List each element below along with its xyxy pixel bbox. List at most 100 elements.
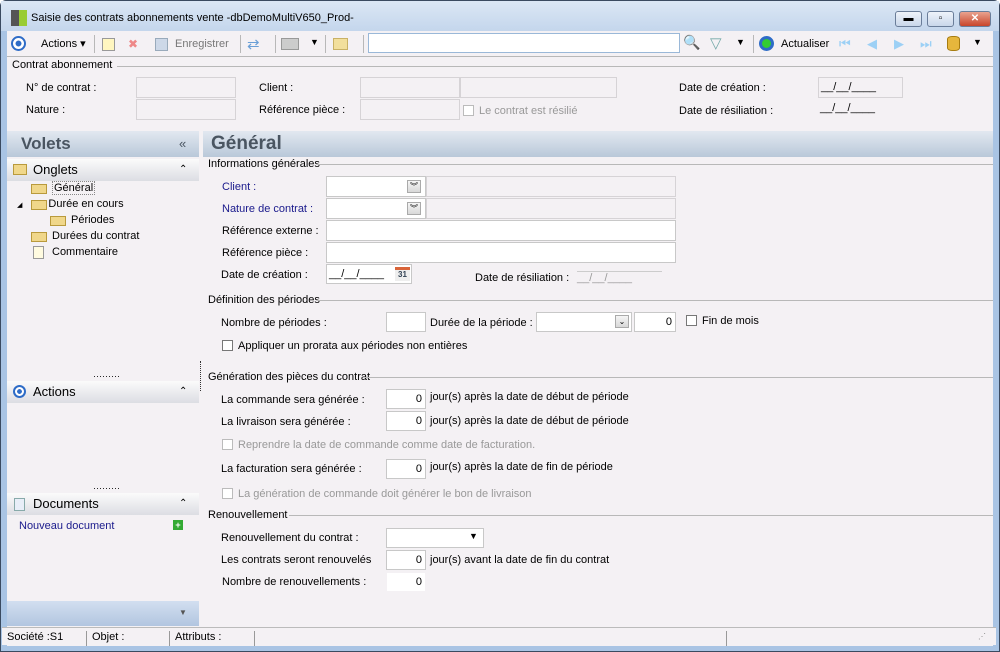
next-record-icon[interactable]: ▶ bbox=[894, 36, 904, 52]
search-icon[interactable]: 🔍 bbox=[683, 34, 700, 51]
last-record-icon[interactable]: ⏭ bbox=[920, 36, 932, 52]
collapse-icon[interactable]: ⌃ bbox=[179, 159, 187, 181]
date-resiliation-field[interactable]: __/__/____ bbox=[577, 271, 662, 284]
delivery-days-field[interactable]: 0 bbox=[386, 411, 426, 431]
contract-no-label: N° de contrat : bbox=[26, 82, 97, 94]
add-icon[interactable]: + bbox=[173, 520, 183, 530]
print-icon[interactable] bbox=[281, 38, 299, 50]
onglets-header[interactable]: Onglets ⌃ bbox=[7, 159, 199, 181]
period-count-field[interactable] bbox=[386, 312, 426, 332]
status-extra bbox=[726, 631, 727, 646]
save-icon[interactable] bbox=[155, 38, 168, 51]
gen-delivery-label: La génération de commande doit générer l… bbox=[238, 488, 532, 500]
splitter-handle[interactable]: ········· bbox=[93, 483, 120, 493]
filter-icon[interactable]: ▽ bbox=[710, 34, 722, 52]
refresh-button[interactable]: Actualiser bbox=[781, 34, 829, 54]
tree-item-duree-en-cours[interactable]: ◢ Durée en cours bbox=[17, 198, 124, 210]
period-duration-label: Durée de la période : bbox=[430, 317, 533, 329]
collapse-icon[interactable]: ⌃ bbox=[179, 381, 187, 403]
end-of-month-checkbox[interactable] bbox=[686, 315, 697, 326]
actions-panel-header[interactable]: Actions ⌃ bbox=[7, 381, 199, 403]
status-company: Société :S1 bbox=[7, 631, 87, 646]
folder-open-icon bbox=[31, 184, 47, 194]
chevron-down-icon[interactable]: ⌄ bbox=[615, 315, 629, 328]
nature-label: Nature : bbox=[26, 104, 66, 116]
reuse-date-checkbox[interactable] bbox=[222, 439, 233, 450]
database-dropdown-icon[interactable]: ▼ bbox=[973, 37, 982, 47]
gen-delivery-checkbox[interactable] bbox=[222, 488, 233, 499]
group-line bbox=[317, 164, 993, 165]
save-button[interactable]: Enregistrer bbox=[175, 34, 229, 54]
chevron-down-icon[interactable]: ▼ bbox=[469, 531, 478, 541]
group-line bbox=[317, 300, 993, 301]
client-code-field[interactable] bbox=[360, 77, 460, 98]
splitter[interactable] bbox=[200, 361, 201, 391]
tree-item-commentaire[interactable]: Commentaire bbox=[31, 246, 119, 259]
resize-grip-icon[interactable]: ⋰ bbox=[978, 632, 986, 641]
prorata-checkbox[interactable] bbox=[222, 340, 233, 351]
renewed-label: Les contrats seront renouvelés bbox=[221, 554, 372, 566]
title-bar: Saisie des contrats abonnements vente -d… bbox=[1, 1, 999, 31]
actions-label: Actions bbox=[41, 38, 78, 50]
previous-record-icon[interactable]: ◀ bbox=[867, 36, 877, 52]
folder-icon bbox=[50, 216, 66, 226]
collapse-icon[interactable]: ⌃ bbox=[179, 493, 187, 515]
renewal-select[interactable]: ▼ bbox=[386, 528, 484, 548]
new-document-link[interactable]: Nouveau document bbox=[19, 520, 114, 532]
refresh-icon[interactable] bbox=[759, 36, 774, 51]
client-name-field[interactable] bbox=[460, 77, 617, 98]
delete-icon[interactable]: ✖ bbox=[128, 37, 138, 51]
client-combo[interactable]: ︾ bbox=[326, 176, 426, 197]
renewal-count-field[interactable]: 0 bbox=[386, 572, 426, 592]
date-resiliation-field[interactable]: __/__/____ bbox=[818, 99, 903, 120]
tree-item-general[interactable]: Général bbox=[31, 181, 96, 195]
sync-icon[interactable]: ⇄ bbox=[247, 35, 260, 53]
chevron-down-icon[interactable]: ︾ bbox=[407, 180, 421, 193]
renewed-days-field[interactable]: 0 bbox=[386, 550, 426, 570]
print-dropdown-icon[interactable]: ▼ bbox=[310, 37, 319, 47]
chevron-down-icon[interactable]: ︾ bbox=[407, 202, 421, 215]
separator bbox=[325, 35, 326, 53]
minimize-button[interactable]: ▬ bbox=[895, 11, 922, 27]
first-record-icon[interactable]: ⏮ bbox=[839, 36, 851, 52]
dropdown-icon[interactable]: ▼ bbox=[179, 608, 187, 617]
delivery-suffix: jour(s) après la date de début de périod… bbox=[430, 415, 629, 427]
tree-label: Commentaire bbox=[52, 246, 119, 258]
database-icon[interactable] bbox=[947, 36, 960, 51]
folder-icon[interactable] bbox=[333, 38, 348, 50]
restore-button[interactable]: ▫ bbox=[927, 11, 954, 27]
sidebar-header: Volets « bbox=[7, 131, 199, 157]
order-label: La commande sera générée : bbox=[221, 394, 365, 406]
ref-ext-field[interactable] bbox=[326, 220, 676, 241]
period-duration-field[interactable]: 0 bbox=[634, 312, 676, 332]
nature-combo[interactable]: ︾ bbox=[326, 198, 426, 219]
filter-dropdown-icon[interactable]: ▼ bbox=[736, 37, 745, 47]
contract-no-field[interactable] bbox=[136, 77, 236, 98]
folder-icon bbox=[13, 164, 27, 175]
invoice-days-field[interactable]: 0 bbox=[386, 459, 426, 479]
tree-item-periodes[interactable]: Périodes bbox=[50, 214, 114, 226]
info-group-title: Informations générales bbox=[208, 158, 320, 170]
period-unit-select[interactable]: ⌄ bbox=[536, 312, 632, 332]
actions-target-icon[interactable] bbox=[11, 36, 26, 51]
date-creation-field[interactable]: __/__/____ bbox=[818, 77, 903, 98]
expand-icon[interactable]: ◢ bbox=[17, 202, 22, 209]
actions-menu-button[interactable]: Actions ▾ bbox=[41, 34, 86, 54]
search-input[interactable] bbox=[368, 33, 680, 53]
separator bbox=[275, 35, 276, 53]
order-days-field[interactable]: 0 bbox=[386, 389, 426, 409]
new-icon[interactable] bbox=[102, 38, 115, 51]
folder-icon bbox=[31, 232, 47, 242]
collapse-sidebar-button[interactable]: « bbox=[179, 131, 186, 157]
nature-field[interactable] bbox=[136, 99, 236, 120]
documents-panel-header[interactable]: Documents ⌃ bbox=[7, 493, 199, 515]
ref-piece-label: Référence pièce : bbox=[222, 247, 309, 259]
window-title: Saisie des contrats abonnements vente -d… bbox=[31, 12, 354, 24]
tree-item-durees-du-contrat[interactable]: Durées du contrat bbox=[31, 230, 139, 242]
ref-piece-field[interactable] bbox=[360, 99, 460, 120]
close-button[interactable]: ✕ bbox=[959, 11, 991, 27]
calendar-icon[interactable]: 31 bbox=[395, 267, 410, 281]
resilie-checkbox[interactable] bbox=[463, 105, 474, 116]
splitter-handle[interactable]: ········· bbox=[93, 371, 120, 381]
ref-piece-field[interactable] bbox=[326, 242, 676, 263]
